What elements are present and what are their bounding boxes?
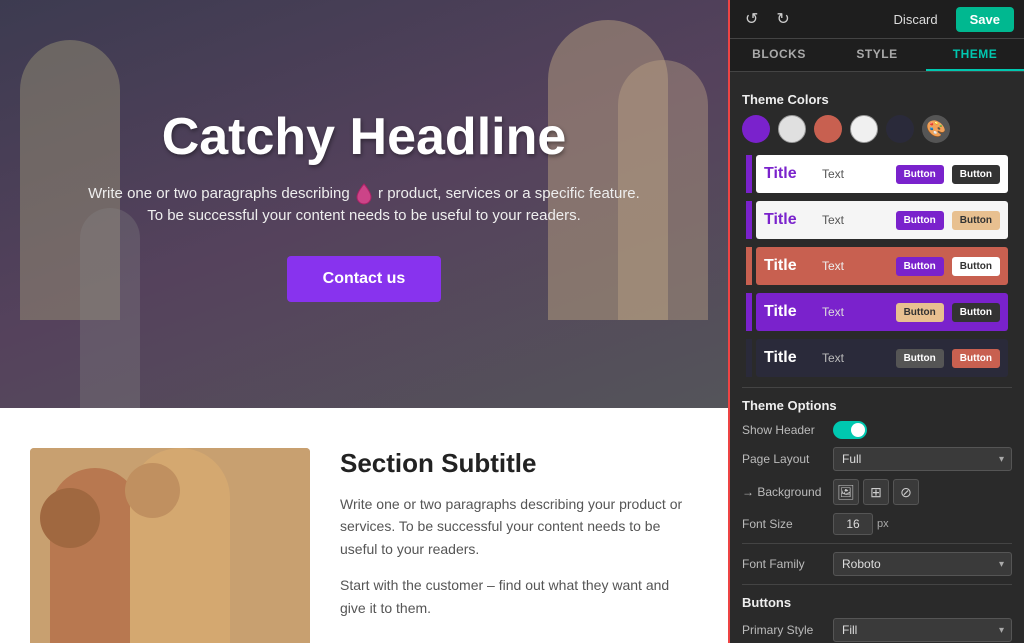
divider-2 — [742, 543, 1012, 544]
font-size-input[interactable] — [833, 513, 873, 535]
theme-row-5[interactable]: Title Text Button Button — [742, 337, 1012, 379]
primary-style-select[interactable]: Fill Outline Ghost — [833, 618, 1012, 642]
theme-title-5: Title — [764, 349, 814, 367]
page-layout-dropdown-wrapper: Full Boxed Wide ▾ — [833, 447, 1012, 471]
page-layout-row: Page Layout Full Boxed Wide ▾ — [742, 447, 1012, 471]
theme-text-4: Text — [822, 305, 888, 319]
save-button[interactable]: Save — [956, 7, 1014, 32]
section-desc-2: Start with the customer – find out what … — [340, 574, 698, 619]
theme-row-4[interactable]: Title Text Button Button — [742, 291, 1012, 333]
discard-button[interactable]: Discard — [884, 7, 948, 32]
font-size-label: Font Size — [742, 517, 827, 531]
theme-text-3: Text — [822, 259, 888, 273]
swatch-purple[interactable] — [742, 115, 770, 143]
font-family-label: Font Family — [742, 557, 827, 571]
bg-clear-button[interactable]: ⊘ — [893, 479, 919, 505]
buttons-title: Buttons — [742, 595, 1012, 610]
theme-body-1: Title Text Button Button — [756, 155, 1008, 193]
primary-style-row: Primary Style Fill Outline Ghost ▾ — [742, 618, 1012, 642]
theme-btn2-4[interactable]: Button — [952, 303, 1000, 322]
font-family-select[interactable]: Roboto Arial Georgia Open Sans — [833, 552, 1012, 576]
tab-theme[interactable]: THEME — [926, 39, 1024, 71]
theme-btn1-5[interactable]: Button — [896, 349, 944, 368]
theme-row-2[interactable]: Title Text Button Button — [742, 199, 1012, 241]
theme-btn1-2[interactable]: Button — [896, 211, 944, 230]
theme-indicator-5 — [746, 339, 752, 377]
bg-image-button[interactable]: 🖼 — [833, 479, 859, 505]
theme-indicator-3 — [746, 247, 752, 285]
primary-style-dropdown-wrapper: Fill Outline Ghost ▾ — [833, 618, 1012, 642]
drop-icon — [355, 183, 373, 205]
theme-btn2-1[interactable]: Button — [952, 165, 1000, 184]
panel-content: Theme Colors 🎨 Title Text Button Button — [730, 72, 1024, 643]
theme-btn1-3[interactable]: Button — [896, 257, 944, 276]
background-row: → Background 🖼 ⊞ ⊘ — [742, 479, 1012, 505]
section-subtitle: Section Subtitle — [340, 448, 698, 479]
theme-text-5: Text — [822, 351, 888, 365]
tabs-row: BLOCKS STYLE THEME — [730, 39, 1024, 72]
theme-colors-title: Theme Colors — [742, 92, 1012, 107]
theme-indicator-2 — [746, 201, 752, 239]
page-layout-select[interactable]: Full Boxed Wide — [833, 447, 1012, 471]
theme-body-5: Title Text Button Button — [756, 339, 1008, 377]
theme-options-title: Theme Options — [742, 398, 1012, 413]
theme-btn2-2[interactable]: Button — [952, 211, 1000, 230]
redo-button[interactable]: ↻ — [771, 6, 794, 32]
tab-style[interactable]: STYLE — [828, 39, 926, 71]
show-header-toggle[interactable] — [833, 421, 867, 439]
hero-headline: Catchy Headline — [88, 107, 640, 167]
swatch-coral[interactable] — [814, 115, 842, 143]
font-family-dropdown-wrapper: Roboto Arial Georgia Open Sans ▾ — [833, 552, 1012, 576]
background-label: → Background — [742, 485, 827, 499]
palette-button[interactable]: 🎨 — [922, 115, 950, 143]
theme-title-3: Title — [764, 257, 814, 275]
hero-content: Catchy Headline Write one or two paragra… — [88, 107, 640, 302]
primary-style-label: Primary Style — [742, 623, 827, 637]
tab-blocks[interactable]: BLOCKS — [730, 39, 828, 71]
theme-body-3: Title Text Button Button — [756, 247, 1008, 285]
theme-title-4: Title — [764, 303, 814, 321]
divider-3 — [742, 584, 1012, 585]
hero-subtext: Write one or two paragraphs describing r… — [88, 183, 640, 228]
show-header-label: Show Header — [742, 423, 827, 437]
font-size-row: Font Size px — [742, 513, 1012, 535]
theme-btn2-3[interactable]: Button — [952, 257, 1000, 276]
theme-body-2: Title Text Button Button — [756, 201, 1008, 239]
section-image — [30, 448, 310, 643]
section-text: Section Subtitle Write one or two paragr… — [340, 448, 698, 643]
swatch-white[interactable] — [778, 115, 806, 143]
theme-btn1-1[interactable]: Button — [896, 165, 944, 184]
toolbar: ↺ ↻ Discard Save — [730, 0, 1024, 39]
preview-area: Catchy Headline Write one or two paragra… — [0, 0, 728, 643]
theme-text-2: Text — [822, 213, 888, 227]
section-two: Section Subtitle Write one or two paragr… — [0, 408, 728, 643]
swatch-dark[interactable] — [886, 115, 914, 143]
theme-indicator-4 — [746, 293, 752, 331]
theme-row-1[interactable]: Title Text Button Button — [742, 153, 1012, 195]
swatch-light[interactable] — [850, 115, 878, 143]
bg-pattern-button[interactable]: ⊞ — [863, 479, 889, 505]
bg-controls: 🖼 ⊞ ⊘ — [833, 479, 919, 505]
font-size-control: px — [833, 513, 889, 535]
right-panel: ↺ ↻ Discard Save BLOCKS STYLE THEME Them… — [728, 0, 1024, 643]
theme-indicator-1 — [746, 155, 752, 193]
font-family-row: Font Family Roboto Arial Georgia Open Sa… — [742, 552, 1012, 576]
font-size-unit: px — [877, 518, 889, 530]
theme-title-2: Title — [764, 211, 814, 229]
contact-us-button[interactable]: Contact us — [287, 256, 442, 302]
theme-row-3[interactable]: Title Text Button Button — [742, 245, 1012, 287]
show-header-row: Show Header — [742, 421, 1012, 439]
toggle-thumb — [851, 423, 865, 437]
undo-button[interactable]: ↺ — [740, 6, 763, 32]
page-layout-label: Page Layout — [742, 452, 827, 466]
theme-body-4: Title Text Button Button — [756, 293, 1008, 331]
divider-1 — [742, 387, 1012, 388]
theme-btn1-4[interactable]: Button — [896, 303, 944, 322]
color-swatches-row: 🎨 — [742, 115, 1012, 143]
theme-title-1: Title — [764, 165, 814, 183]
theme-text-1: Text — [822, 167, 888, 181]
section-desc-1: Write one or two paragraphs describing y… — [340, 493, 698, 560]
hero-section: Catchy Headline Write one or two paragra… — [0, 0, 728, 408]
theme-btn2-5[interactable]: Button — [952, 349, 1000, 368]
